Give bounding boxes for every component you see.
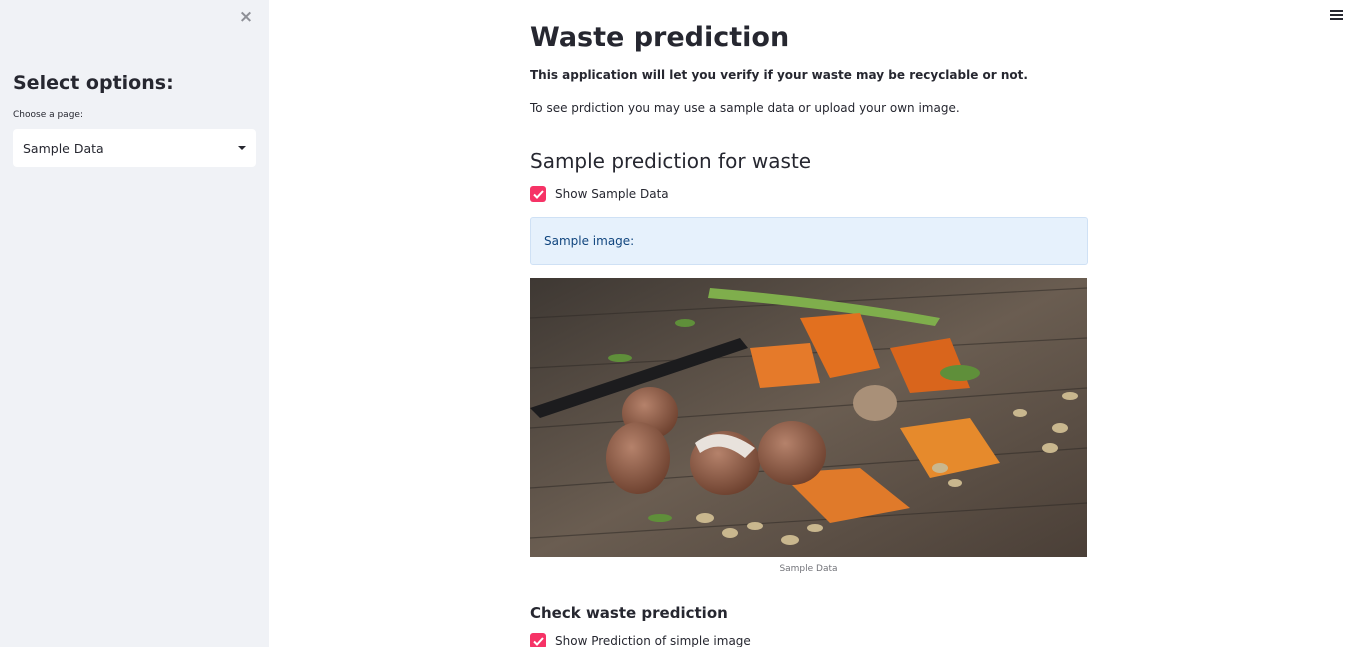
- page-select-label: Choose a page:: [13, 110, 83, 120]
- hamburger-icon[interactable]: [1330, 10, 1343, 24]
- checkbox-checked-icon: [530, 186, 546, 202]
- intro-bold-text: This application will let you verify if …: [530, 68, 1028, 82]
- intro-text: To see prdiction you may use a sample da…: [530, 101, 960, 115]
- page-select[interactable]: Sample Data: [13, 129, 256, 167]
- image-caption: Sample Data: [779, 564, 838, 574]
- app: × Select options: Choose a page: Sample …: [0, 0, 1349, 647]
- page-select-value: Sample Data: [23, 140, 104, 156]
- show-prediction-checkbox[interactable]: Show Prediction of simple image: [530, 633, 751, 647]
- show-prediction-label: Show Prediction of simple image: [555, 634, 751, 647]
- sidebar: × Select options: Choose a page: Sample …: [0, 0, 269, 647]
- close-sidebar-icon[interactable]: ×: [236, 7, 256, 27]
- checkbox-checked-icon: [530, 633, 546, 647]
- sidebar-title: Select options:: [13, 72, 174, 94]
- page-title: Waste prediction: [530, 22, 790, 53]
- show-sample-label: Show Sample Data: [555, 187, 669, 201]
- info-box: Sample image:: [530, 217, 1088, 265]
- chevron-down-icon: [238, 146, 246, 150]
- sample-image: [530, 278, 1087, 557]
- section-title: Sample prediction for waste: [530, 149, 812, 173]
- show-sample-checkbox[interactable]: Show Sample Data: [530, 186, 669, 202]
- check-prediction-title: Check waste prediction: [530, 604, 728, 622]
- info-text: Sample image:: [544, 234, 635, 248]
